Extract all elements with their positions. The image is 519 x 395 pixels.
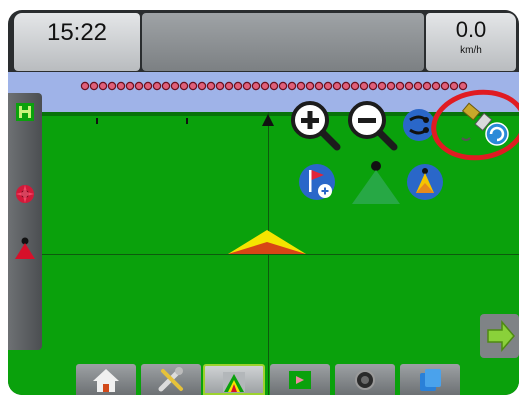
marker-point-icon[interactable] [14,236,36,260]
clock-panel: 15:22 [14,13,140,71]
tab-home[interactable] [76,364,136,395]
data-export-icon [420,369,441,391]
boom-sections [80,81,468,91]
vehicle-icon [228,230,306,254]
clock-time: 15:22 [46,19,108,46]
tab-camera[interactable] [335,364,395,395]
zoom-in-icon[interactable] [290,100,342,152]
camera-icon [355,370,375,390]
zoom-out-icon[interactable] [347,100,399,152]
tab-field-map[interactable] [270,364,330,395]
speed-value: 0.0 [455,17,487,42]
next-arrow-icon[interactable] [480,314,519,358]
horizon-marker [96,118,98,124]
left-side-panel [8,93,42,350]
vehicle-view-icon[interactable] [350,160,402,206]
horizon-marker [186,118,188,124]
display-screen: 15:22 0.0 km/h [8,10,519,395]
horizon-center-marker [262,114,274,126]
perspective-view-icon[interactable] [406,163,446,203]
tools-icon [158,367,183,392]
tab-setup-tools[interactable] [141,364,201,395]
tab-guidance[interactable] [203,364,265,395]
guidance-icon [223,372,245,392]
field-map-icon [289,371,311,389]
add-marker-icon[interactable] [298,163,338,203]
speed-unit: km/h [460,45,482,56]
applied-area-icon[interactable] [15,184,35,204]
boundary-icon[interactable] [14,101,36,123]
tab-data-export[interactable] [400,364,460,395]
home-icon [93,369,119,392]
speed-panel: 0.0 km/h [426,13,516,71]
status-bar [142,13,424,71]
